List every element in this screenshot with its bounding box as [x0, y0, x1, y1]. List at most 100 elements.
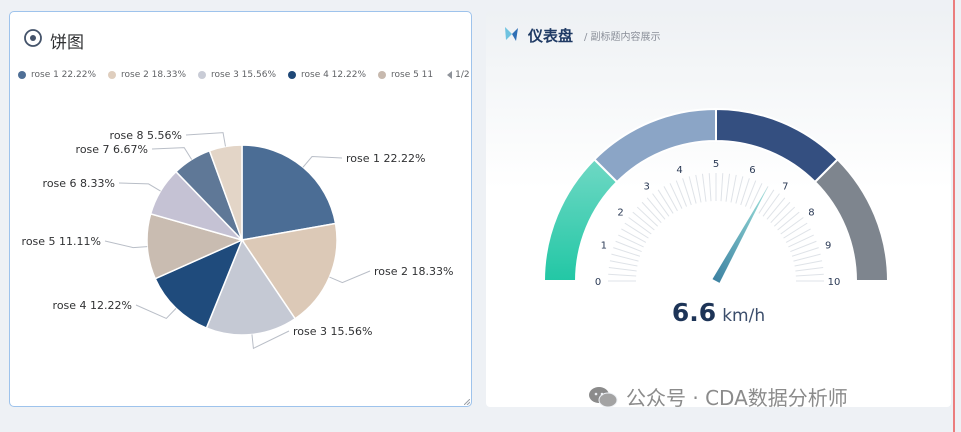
pie-label-line	[151, 147, 193, 160]
gauge-minor-tick	[608, 266, 637, 272]
pie-slice-label: rose 2 18.33%	[374, 265, 453, 278]
gauge-minor-tick	[632, 211, 655, 231]
gauge-value: 6.6	[671, 298, 717, 327]
gauge-tick-label: 7	[782, 182, 788, 193]
gauge-minor-tick	[669, 183, 683, 209]
gauge-minor-tick	[628, 217, 652, 235]
gauge-minor-tick	[608, 273, 637, 277]
pie-slice-label: rose 6 8.33%	[43, 177, 115, 190]
legend-prev-icon[interactable]	[447, 71, 453, 79]
pie-chart: rose 1 22.22% rose 2 18.33% rose 3 15.56% r…	[22, 129, 453, 350]
legend-label: rose 2 18.33%	[121, 70, 186, 80]
gauge-tick-label: 10	[828, 277, 841, 288]
watermark-text: 公众号 · CDA数据分析师	[626, 386, 848, 410]
gauge-minor-tick	[688, 176, 697, 204]
pie-slice-label: rose 7 6.67%	[76, 143, 148, 156]
legend-item[interactable]: rose 5 11	[378, 70, 433, 80]
gauge-minor-tick	[730, 174, 737, 203]
pie-label-line	[329, 270, 371, 284]
gauge-minor-tick	[695, 174, 702, 203]
legend-page-indicator: 1/2	[455, 70, 470, 80]
gauge-minor-tick	[766, 197, 786, 220]
legend-swatch	[108, 71, 116, 79]
gauge-minor-tick	[795, 266, 824, 272]
pie-chart-card: 饼图 rose 1 22.22% rose 2 18.33% rose 3 15.5…	[9, 11, 472, 407]
gauge-minor-tick	[773, 206, 796, 227]
gauge-tick-label: 4	[676, 165, 682, 176]
legend-pager: 1/2	[447, 70, 470, 80]
gauge-minor-tick	[795, 273, 824, 277]
pie-slice-label: rose 5 11.11%	[22, 235, 101, 248]
gauge-minor-tick	[794, 260, 823, 267]
gauge-minor-tick	[780, 217, 804, 235]
gauge-tick-label: 0	[595, 277, 601, 288]
legend-item[interactable]: rose 3 15.56%	[198, 70, 276, 80]
pie-slice-label: rose 1 22.22%	[346, 152, 425, 165]
gauge-tick-label: 5	[713, 159, 719, 170]
pie-slice-label: rose 4 12.22%	[53, 299, 132, 312]
target-icon	[24, 29, 42, 47]
gauge-minor-tick	[708, 173, 712, 202]
gauge-minor-tick	[609, 260, 638, 267]
gauge-tick-label: 8	[808, 208, 814, 219]
legend-label: rose 1 22.22%	[31, 70, 96, 80]
gauge-minor-tick	[725, 173, 731, 202]
gauge-tick-label: 1	[601, 241, 607, 252]
gauge-band	[715, 107, 840, 184]
gauge-panel-subtitle: / 副标题内容展示	[584, 32, 661, 43]
pie-slice-label: rose 3 15.56%	[293, 325, 372, 338]
edge-divider	[953, 0, 955, 432]
gauge-chart: 0 1 2 3 4 5 6 7 8 9 10	[542, 107, 890, 288]
gauge-tick-label: 3	[643, 182, 649, 193]
pie-panel-title: 饼图	[50, 33, 84, 53]
resize-handle-icon[interactable]	[464, 399, 470, 405]
gauge-minor-tick	[785, 228, 811, 243]
legend-label: rose 5 11	[391, 70, 434, 80]
gauge-minor-tick	[657, 189, 674, 214]
legend-item[interactable]: rose 1 22.22%	[18, 70, 96, 80]
gauge-minor-tick	[624, 222, 649, 239]
legend-swatch	[378, 71, 386, 79]
pie-label-line	[118, 182, 161, 192]
gauge-minor-tick	[663, 186, 678, 212]
gauge-minor-tick	[701, 173, 707, 202]
gauge-minor-tick	[611, 253, 639, 262]
legend-swatch	[288, 71, 296, 79]
gauge-band	[542, 157, 619, 282]
watermark: 公众号 · CDA数据分析师	[588, 382, 848, 411]
gauge-minor-tick	[621, 228, 647, 243]
gauge-minor-tick	[788, 234, 814, 248]
gauge-minor-tick	[793, 253, 821, 262]
legend-item[interactable]: rose 2 18.33%	[108, 70, 186, 80]
gauge-readout: 6.6 km/h	[486, 298, 951, 327]
pie-label-line	[104, 240, 148, 249]
gauge-minor-tick	[762, 193, 780, 217]
gauge-unit: km/h	[722, 306, 766, 326]
gauge-tick-label: 2	[617, 208, 623, 219]
gauge-minor-tick	[770, 201, 791, 224]
legend-label: rose 4 12.22%	[301, 70, 366, 80]
pie-slice-label: rose 8 5.56%	[110, 129, 182, 142]
legend-swatch	[198, 71, 206, 79]
pie-label-line	[135, 304, 177, 320]
gauge-band	[813, 157, 890, 282]
wechat-icon	[589, 386, 618, 407]
gauge-band	[592, 107, 717, 184]
pie-legend: rose 1 22.22% rose 2 18.33% rose 3 15.56% r…	[18, 68, 470, 82]
pie-label-line	[185, 132, 226, 147]
legend-swatch	[18, 71, 26, 79]
gauge-panel-title: 仪表盘	[528, 27, 574, 45]
gauge-minor-tick	[641, 201, 662, 224]
gauge-minor-tick	[636, 206, 659, 227]
gauge-minor-tick	[646, 197, 666, 220]
gauge-minor-tick	[749, 183, 763, 209]
gauge-minor-tick	[652, 193, 670, 217]
legend-label: rose 3 15.56%	[211, 70, 276, 80]
legend-item[interactable]: rose 4 12.22%	[288, 70, 366, 80]
gauge-minor-tick	[618, 234, 644, 248]
gauge-minor-tick	[777, 211, 800, 231]
gauge-card: 仪表盘 / 副标题内容展示 0 1 2 3 4 5 6 7 8 9 10 6.6 km/h	[486, 11, 951, 407]
gauge-tick-label: 9	[825, 241, 831, 252]
gauge-minor-tick	[783, 222, 808, 239]
gauge-minor-tick	[758, 189, 775, 214]
